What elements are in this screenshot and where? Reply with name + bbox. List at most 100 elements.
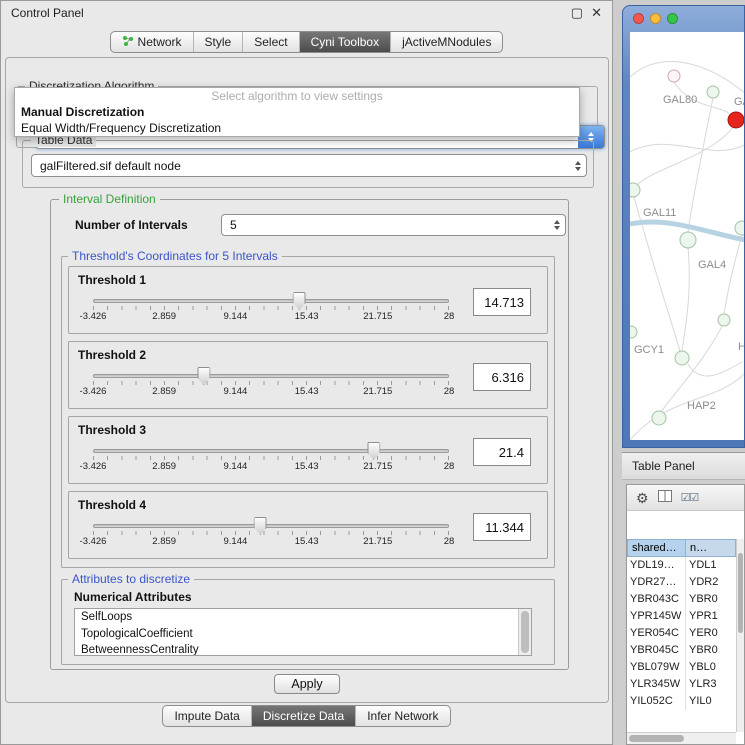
close-icon[interactable]: ✕ xyxy=(591,5,602,21)
tab-network[interactable]: Network xyxy=(111,32,193,52)
table-row[interactable]: YBL079W YBL0 xyxy=(627,659,736,676)
minimize-traffic-button[interactable] xyxy=(650,13,661,24)
cell[interactable]: YDR2 xyxy=(685,574,736,591)
column-header-name[interactable]: n… xyxy=(685,539,736,557)
cell[interactable]: YDL19… xyxy=(627,557,685,574)
scrollbar-thumb[interactable] xyxy=(629,735,684,742)
attribute-list[interactable]: SelfLoops TopologicalCoefficient Between… xyxy=(74,608,532,656)
threshold-value-field[interactable] xyxy=(473,363,531,391)
table-data-selected-value: galFiltered.sif default node xyxy=(32,159,570,173)
popup-item-manual-discretization[interactable]: Manual Discretization xyxy=(15,104,579,120)
table-row[interactable]: YER054C YER0 xyxy=(627,625,736,642)
threshold-slider[interactable]: -3.426 2.859 9.144 15.43 21.715 28 xyxy=(93,524,449,548)
node-label: GAL80 xyxy=(663,94,697,106)
cell[interactable]: YBR045C xyxy=(627,642,685,659)
threshold-value-field[interactable] xyxy=(473,438,531,466)
table-row[interactable]: YBR045C YBR0 xyxy=(627,642,736,659)
table-row[interactable]: YIL052C YIL0 xyxy=(627,693,736,710)
tick-label: 15.43 xyxy=(295,461,319,472)
tab-discretize-data[interactable]: Discretize Data xyxy=(251,706,355,726)
popup-item-equal-width-frequency[interactable]: Equal Width/Frequency Discretization xyxy=(15,120,579,136)
tick-label: -3.426 xyxy=(80,311,107,322)
threshold-value-field[interactable] xyxy=(473,513,531,541)
cell[interactable]: YBR0 xyxy=(685,642,736,659)
columns-icon[interactable] xyxy=(658,489,672,507)
table-data-select[interactable]: galFiltered.sif default node xyxy=(31,154,587,177)
network-node[interactable] xyxy=(680,232,696,248)
cell[interactable]: YBL0 xyxy=(685,659,736,676)
network-node[interactable] xyxy=(675,351,689,365)
slider-track[interactable] xyxy=(93,449,449,453)
cell[interactable]: YBL079W xyxy=(627,659,685,676)
threshold-slider[interactable]: -3.426 2.859 9.144 15.43 21.715 28 xyxy=(93,449,449,473)
node-label: GAL4 xyxy=(698,259,726,271)
tab-infer-network[interactable]: Infer Network xyxy=(355,706,449,726)
cell[interactable]: YER0 xyxy=(685,625,736,642)
node-label: GA xyxy=(734,96,744,108)
cell[interactable]: YBR043C xyxy=(627,591,685,608)
scrollbar-thumb[interactable] xyxy=(521,611,529,653)
network-node[interactable] xyxy=(718,314,730,326)
slider-track[interactable] xyxy=(93,299,449,303)
cell[interactable]: YDL1 xyxy=(685,557,736,574)
table-row[interactable]: YBR043C YBR0 xyxy=(627,591,736,608)
scrollbar-thumb[interactable] xyxy=(738,553,743,633)
interval-definition-group: Interval Definition Number of Intervals … xyxy=(50,199,569,670)
network-view-window: GAL80 GA GAL11 GAL4 GCY1 H HAP2 xyxy=(622,5,745,448)
list-scrollbar[interactable] xyxy=(518,609,531,655)
network-node[interactable] xyxy=(668,70,680,82)
cell[interactable]: YPR145W xyxy=(627,608,685,625)
network-node[interactable] xyxy=(630,183,640,197)
select-all-checkbox-icon[interactable]: ☑☑ xyxy=(681,491,699,504)
horizontal-scrollbar[interactable] xyxy=(627,732,736,744)
cell[interactable]: YER054C xyxy=(627,625,685,642)
threshold-slider[interactable]: -3.426 2.859 9.144 15.43 21.715 28 xyxy=(93,299,449,323)
network-node-selected[interactable] xyxy=(728,112,744,128)
cell[interactable]: YLR345W xyxy=(627,676,685,693)
list-item[interactable]: BetweennessCentrality xyxy=(75,642,531,656)
list-item[interactable]: SelfLoops xyxy=(75,609,531,626)
threshold-slider[interactable]: -3.426 2.859 9.144 15.43 21.715 28 xyxy=(93,374,449,398)
gear-icon[interactable]: ⚙ xyxy=(636,491,649,505)
tab-label: Impute Data xyxy=(174,709,239,723)
network-node[interactable] xyxy=(707,86,719,98)
table-row[interactable]: YPR145W YPR1 xyxy=(627,608,736,625)
table-row[interactable]: YDR27… YDR2 xyxy=(627,574,736,591)
tab-select[interactable]: Select xyxy=(242,32,298,52)
network-canvas[interactable]: GAL80 GA GAL11 GAL4 GCY1 H HAP2 xyxy=(630,32,744,440)
table-panel: ⚙ ☑☑ shared… n… YDL19… YDL1 YDR27… YDR2 xyxy=(626,484,745,745)
tab-style[interactable]: Style xyxy=(193,32,243,52)
float-window-icon[interactable]: ▢ xyxy=(571,5,583,21)
network-node[interactable] xyxy=(630,326,637,338)
apply-button[interactable]: Apply xyxy=(274,674,340,694)
tab-cyni-toolbox[interactable]: Cyni Toolbox xyxy=(299,32,390,52)
network-node[interactable] xyxy=(652,411,666,425)
slider-track[interactable] xyxy=(93,524,449,528)
table-row[interactable]: YDL19… YDL1 xyxy=(627,557,736,574)
cell[interactable]: YBR0 xyxy=(685,591,736,608)
number-of-intervals-label: Number of Intervals xyxy=(75,218,188,232)
cell[interactable]: YIL052C xyxy=(627,693,685,710)
cell[interactable]: YIL0 xyxy=(685,693,736,710)
table-row[interactable]: YLR345W YLR3 xyxy=(627,676,736,693)
window-controls xyxy=(623,6,744,24)
number-of-intervals-select[interactable]: 5 xyxy=(221,214,566,236)
zoom-traffic-button[interactable] xyxy=(667,13,678,24)
cell[interactable]: YDR27… xyxy=(627,574,685,591)
network-node[interactable] xyxy=(735,221,744,235)
cyni-toolbox-panel: Discretization Algorithm Select algorith… xyxy=(5,57,609,703)
column-header-shared-name[interactable]: shared… xyxy=(627,539,685,557)
threshold-panel-4: Threshold 4 -3.426 2.859 9.144 15.43 xyxy=(68,491,548,559)
cell[interactable]: YLR3 xyxy=(685,676,736,693)
list-item[interactable]: TopologicalCoefficient xyxy=(75,626,531,643)
slider-track[interactable] xyxy=(93,374,449,378)
tab-jactivemnodules[interactable]: jActiveMNodules xyxy=(390,32,502,52)
threshold-value-field[interactable] xyxy=(473,288,531,316)
window-title: Control Panel xyxy=(11,6,84,20)
cell[interactable]: YPR1 xyxy=(685,608,736,625)
screen: Control Panel ▢ ✕ xyxy=(0,0,745,745)
tab-impute-data[interactable]: Impute Data xyxy=(163,706,250,726)
vertical-scrollbar[interactable] xyxy=(736,539,744,732)
tick-label: 21.715 xyxy=(363,311,392,322)
close-traffic-button[interactable] xyxy=(633,13,644,24)
